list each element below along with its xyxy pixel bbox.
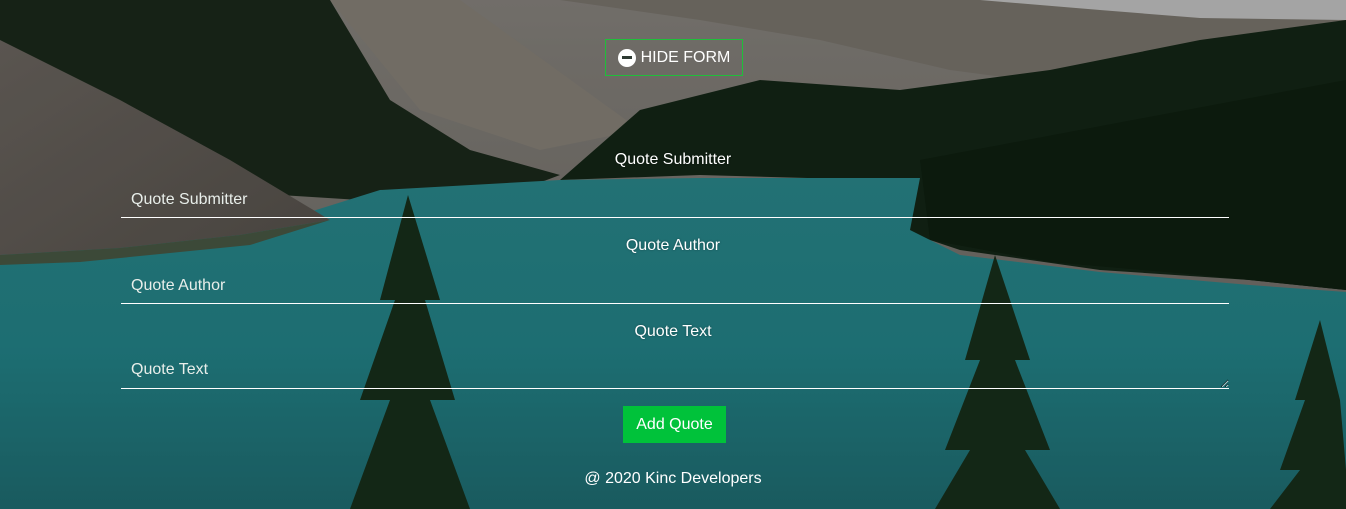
quote-author-input[interactable]: [121, 268, 1229, 304]
hide-form-button[interactable]: HIDE FORM: [605, 39, 743, 76]
quote-submitter-input[interactable]: [121, 182, 1229, 218]
quote-submitter-label: Quote Submitter: [614, 151, 732, 168]
quote-text-label: Quote Text: [634, 323, 712, 340]
minus-circle-icon: [617, 48, 636, 67]
quote-form-section: HIDE FORM Quote Submitter Quote Author Q…: [0, 0, 1346, 509]
add-quote-button[interactable]: Add Quote: [623, 406, 726, 443]
hide-form-label: HIDE FORM: [640, 48, 731, 66]
footer-copyright: @ 2020 Kinc Developers: [584, 470, 762, 487]
page: HIDE FORM Quote Submitter Quote Author Q…: [0, 0, 1346, 509]
quote-author-label: Quote Author: [625, 237, 721, 254]
quote-text-textarea[interactable]: [121, 353, 1229, 389]
